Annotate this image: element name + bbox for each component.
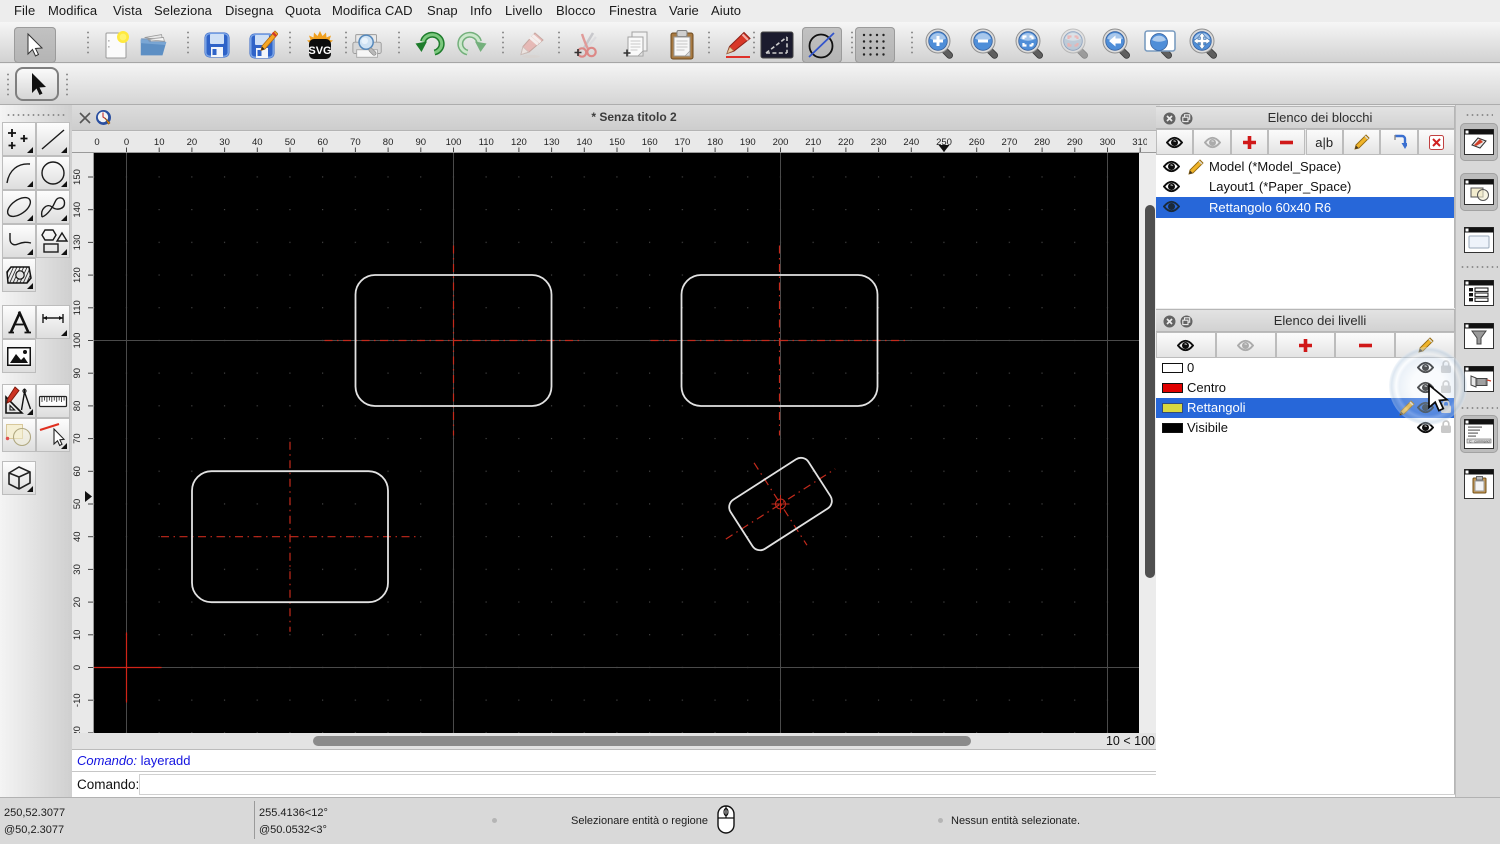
svg-text:270: 270 <box>1001 137 1017 148</box>
svg-text:80: 80 <box>383 137 394 148</box>
svg-text:240: 240 <box>903 137 919 148</box>
svg-text:0: 0 <box>94 137 99 148</box>
svg-text:130: 130 <box>72 234 83 250</box>
svg-text:50: 50 <box>72 499 83 510</box>
svg-text:70: 70 <box>72 433 83 444</box>
svg-text:30: 30 <box>72 564 83 575</box>
svg-text:-10: -10 <box>72 693 83 707</box>
svg-text:230: 230 <box>871 137 887 148</box>
svg-text:40: 40 <box>252 137 263 148</box>
svg-text:180: 180 <box>707 137 723 148</box>
svg-text:140: 140 <box>72 202 83 218</box>
svg-text:10: 10 <box>154 137 165 148</box>
svg-text:260: 260 <box>969 137 985 148</box>
svg-text:150: 150 <box>609 137 625 148</box>
svg-text:140: 140 <box>576 137 592 148</box>
svg-text:100: 100 <box>446 137 462 148</box>
svg-text:-20: -20 <box>72 726 83 733</box>
svg-text:150: 150 <box>72 169 83 185</box>
svg-text:210: 210 <box>805 137 821 148</box>
svg-text:110: 110 <box>479 137 494 148</box>
svg-text:170: 170 <box>674 137 690 148</box>
svg-text:120: 120 <box>511 137 527 148</box>
svg-text:310: 310 <box>1132 137 1148 148</box>
svg-text:80: 80 <box>72 401 83 412</box>
svg-text:20: 20 <box>72 597 83 608</box>
svg-text:200: 200 <box>773 137 789 148</box>
svg-text:220: 220 <box>838 137 854 148</box>
svg-text:0: 0 <box>72 665 83 670</box>
svg-text:110: 110 <box>72 300 83 315</box>
svg-text:SVG: SVG <box>308 45 331 57</box>
svg-text:50: 50 <box>285 137 296 148</box>
svg-text:90: 90 <box>416 137 427 148</box>
svg-text:190: 190 <box>740 137 756 148</box>
svg-text:20: 20 <box>187 137 198 148</box>
svg-text:300: 300 <box>1100 137 1116 148</box>
svg-text:0: 0 <box>124 137 129 148</box>
svg-text:120: 120 <box>72 267 83 283</box>
svg-text:30: 30 <box>219 137 230 148</box>
svg-text:C: command: C: command <box>1469 439 1490 443</box>
svg-text:60: 60 <box>72 466 83 477</box>
svg-text:90: 90 <box>72 368 83 379</box>
svg-text:100: 100 <box>72 333 83 349</box>
svg-text:40: 40 <box>72 531 83 542</box>
svg-text:130: 130 <box>544 137 560 148</box>
svg-text:160: 160 <box>642 137 658 148</box>
svg-text:290: 290 <box>1067 137 1083 148</box>
svg-text:10: 10 <box>72 630 83 641</box>
svg-text:280: 280 <box>1034 137 1050 148</box>
svg-text:70: 70 <box>350 137 361 148</box>
svg-text:60: 60 <box>317 137 328 148</box>
